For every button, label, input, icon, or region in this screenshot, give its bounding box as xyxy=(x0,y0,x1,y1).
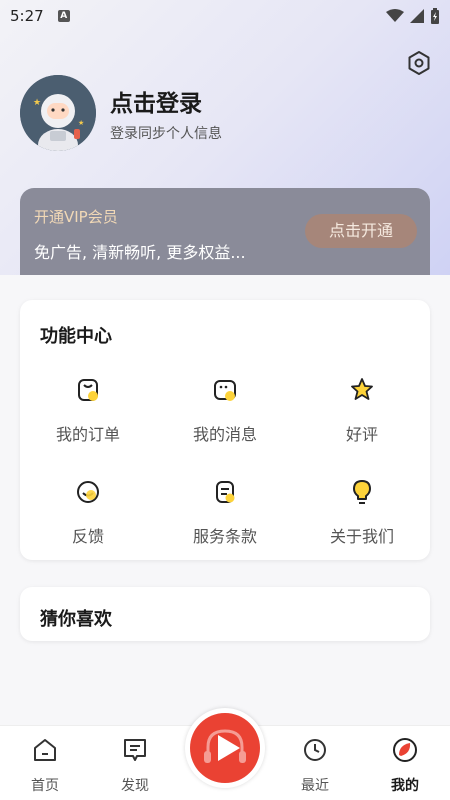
login-title[interactable]: 点击登录 xyxy=(110,84,202,118)
message-icon xyxy=(214,380,236,401)
star-icon xyxy=(351,378,373,400)
grid-item-label: 好评 xyxy=(345,425,378,444)
login-subtitle: 登录同步个人信息 xyxy=(110,126,222,142)
grid-item-label: 反馈 xyxy=(71,527,104,546)
tab-label: 发现 xyxy=(121,778,149,794)
astronaut-avatar-icon: ★ ★ xyxy=(20,75,96,151)
status-bar: 5:27 A xyxy=(0,0,450,32)
vip-open-button[interactable]: 点击开通 xyxy=(305,214,417,248)
clock-icon xyxy=(304,739,326,761)
notification-icon: A xyxy=(57,10,70,22)
terms-icon xyxy=(216,481,235,503)
grid-item-label: 我的消息 xyxy=(192,425,257,444)
svg-text:★: ★ xyxy=(33,98,41,108)
order-icon xyxy=(78,379,98,401)
play-icon xyxy=(204,729,246,763)
vip-title: 开通VIP会员 xyxy=(34,208,118,226)
lightbulb-icon xyxy=(353,480,371,504)
tab-home[interactable]: 首页 xyxy=(15,736,75,795)
tab-discover[interactable]: 发现 xyxy=(105,736,165,795)
grid-item-label: 服务条款 xyxy=(192,527,257,546)
home-icon xyxy=(34,739,56,761)
svg-text:★: ★ xyxy=(78,119,84,127)
grid-item-label: 我的订单 xyxy=(55,425,120,444)
tab-label: 首页 xyxy=(31,778,59,794)
discover-icon xyxy=(124,739,146,761)
feedback-icon xyxy=(77,481,99,503)
play-button[interactable] xyxy=(185,708,265,788)
vip-description: 免广告, 清新畅听, 更多权益... xyxy=(34,243,246,262)
wifi-icon xyxy=(386,9,404,22)
avatar[interactable]: ★ ★ xyxy=(20,75,96,151)
grid-item-rating[interactable]: 好评 xyxy=(294,375,430,465)
function-center-title: 功能中心 xyxy=(40,326,112,347)
grid-item-about[interactable]: 关于我们 xyxy=(294,477,430,567)
recommend-title: 猜你喜欢 xyxy=(40,609,112,630)
grid-item-feedback[interactable]: 反馈 xyxy=(20,477,156,567)
vip-banner[interactable]: 开通VIP会员 免广告, 清新畅听, 更多权益... 点击开通 xyxy=(20,188,430,278)
settings-icon xyxy=(408,51,430,75)
grid-item-label: 关于我们 xyxy=(329,527,394,546)
battery-icon xyxy=(431,8,439,24)
function-center-card: 功能中心 我的订单 我的消息 好评 反馈 服务条款 关于我们 xyxy=(20,300,430,560)
tab-profile[interactable]: 我的 xyxy=(375,736,435,795)
tab-label: 我的 xyxy=(391,778,419,794)
tab-label: 最近 xyxy=(301,778,329,794)
settings-button[interactable] xyxy=(406,50,432,76)
grid-item-messages[interactable]: 我的消息 xyxy=(157,375,293,465)
signal-icon xyxy=(410,9,424,23)
recommend-card: 猜你喜欢 xyxy=(20,587,430,641)
status-time: 5:27 xyxy=(10,7,44,25)
grid-item-terms[interactable]: 服务条款 xyxy=(157,477,293,567)
grid-item-orders[interactable]: 我的订单 xyxy=(20,375,156,465)
profile-icon xyxy=(393,738,417,762)
tab-recent[interactable]: 最近 xyxy=(285,736,345,795)
